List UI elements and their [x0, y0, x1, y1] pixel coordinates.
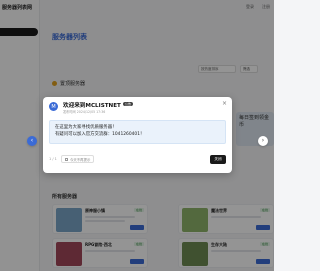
chevron-left-icon[interactable]: ‹	[27, 136, 37, 146]
publish-date: 发布时间 2024/12/05 17:36	[63, 110, 106, 114]
dont-show-today-checkbox[interactable]: 今天不再提示	[61, 155, 95, 163]
announcement-line: 在这里为大家寻找优质服务器！	[55, 125, 117, 130]
close-button[interactable]: 关闭	[210, 155, 226, 164]
dont-show-label: 今天不再提示	[70, 157, 91, 162]
announcement-body: 在这里为大家寻找优质服务器！ 有疑问可以加入官方交流群：1041260401！	[49, 120, 226, 144]
announcement-pager: 1 / 1	[49, 157, 57, 161]
site-logo-icon: M	[49, 102, 58, 111]
announcement-badge: 公告	[123, 102, 134, 106]
announcement-modal: M 欢迎来到MCLISTNET 公告 发布时间 2024/12/05 17:36…	[43, 97, 232, 173]
close-icon[interactable]: ×	[222, 101, 227, 107]
announcement-line: 有疑问可以加入官方交流群：1041260401！	[55, 132, 145, 137]
modal-footer: 1 / 1 今天不再提示 关闭	[49, 155, 226, 167]
chevron-right-icon[interactable]: ›	[258, 136, 268, 146]
modal-title: 欢迎来到MCLISTNET	[63, 103, 121, 109]
checkbox-icon[interactable]	[65, 157, 68, 161]
